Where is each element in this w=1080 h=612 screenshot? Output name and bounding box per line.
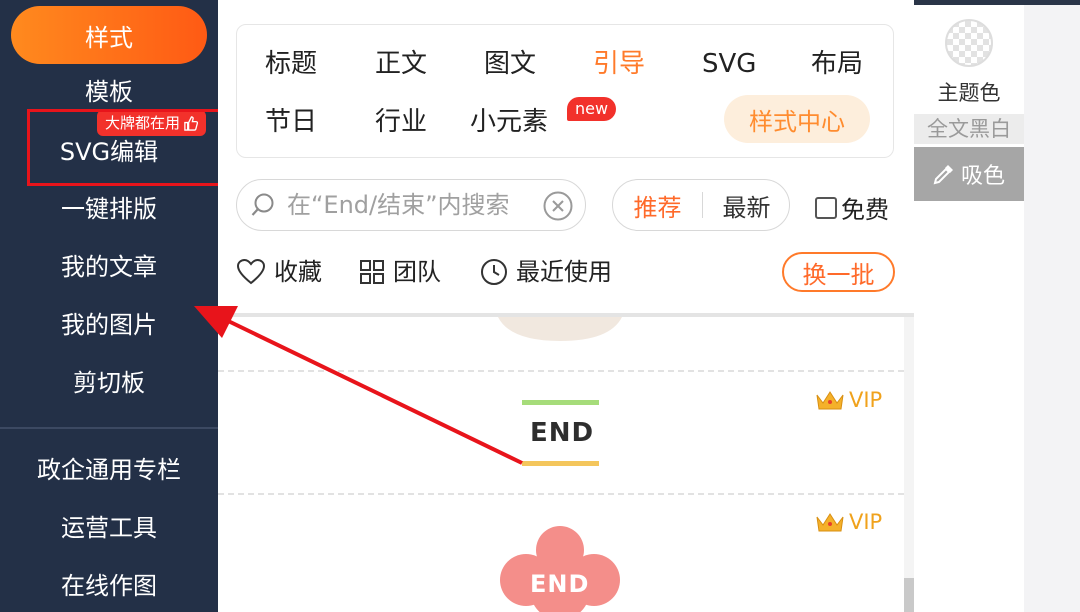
sidebar-item-my-articles[interactable]: 我的文章 — [0, 251, 218, 283]
scrollbar-thumb[interactable] — [904, 578, 914, 612]
theme-color-swatch[interactable] — [945, 19, 993, 67]
search-input[interactable] — [287, 189, 537, 221]
category-festival[interactable]: 节日 — [265, 104, 317, 140]
sidebar-item-one-click-layout[interactable]: 一键排版 — [0, 193, 218, 225]
theme-color-label: 主题色 — [937, 81, 1001, 105]
sidebar-divider — [0, 427, 218, 429]
free-filter[interactable]: 免费 — [815, 190, 889, 225]
scrollbar-track[interactable] — [904, 317, 914, 612]
category-svg[interactable]: SVG — [702, 46, 756, 82]
team-label: 团队 — [393, 258, 441, 286]
recent-button[interactable]: 最近使用 — [480, 254, 612, 290]
category-image-text[interactable]: 图文 — [484, 46, 536, 82]
heart-icon — [236, 258, 266, 285]
vip-badge: VIP — [815, 388, 882, 412]
flower-preview-top[interactable] — [490, 317, 630, 343]
vip-label: VIP — [849, 510, 883, 534]
end-template-text[interactable]: END — [530, 418, 594, 448]
vip-label: VIP — [849, 388, 883, 412]
end-bar-green — [522, 400, 599, 405]
recent-label: 最近使用 — [516, 258, 612, 286]
category-industry[interactable]: 行业 — [375, 104, 427, 140]
eyedropper-icon — [933, 165, 953, 185]
category-guide[interactable]: 引导 — [593, 46, 645, 82]
sort-latest-button[interactable]: 最新 — [702, 180, 791, 230]
template-divider — [218, 370, 904, 372]
sidebar-item-clipboard[interactable]: 剪切板 — [0, 367, 218, 399]
flower-badge-preview[interactable] — [498, 520, 622, 612]
sidebar-item-ops-tools[interactable]: 运营工具 — [0, 512, 218, 544]
category-title[interactable]: 标题 — [265, 46, 317, 82]
sidebar-item-templates[interactable]: 模板 — [0, 76, 218, 108]
refresh-button[interactable]: 换一批 — [782, 252, 895, 292]
sidebar-item-my-images[interactable]: 我的图片 — [0, 309, 218, 341]
end-flower-text: END — [530, 570, 590, 598]
editor-root: 样式 模板 SVG编辑 一键排版 我的文章 我的图片 剪切板 政企通用专栏 运营… — [0, 0, 1080, 612]
sort-toggle: 推荐 最新 — [612, 179, 790, 231]
category-small-elements[interactable]: 小元素 — [470, 104, 548, 140]
black-white-button[interactable]: 全文黑白 — [914, 114, 1024, 144]
free-checkbox[interactable] — [815, 196, 837, 219]
team-button[interactable]: 团队 — [359, 254, 441, 290]
clear-icon[interactable] — [543, 191, 573, 221]
color-picker-label: 吸色 — [960, 164, 1005, 189]
sidebar-item-gov-column[interactable]: 政企通用专栏 — [0, 454, 218, 486]
favorites-label: 收藏 — [274, 258, 322, 286]
clock-icon — [481, 259, 507, 285]
category-layout[interactable]: 布局 — [811, 46, 863, 82]
end-bar-yellow — [522, 461, 599, 466]
search-icon — [251, 193, 274, 216]
canvas-edge — [1024, 5, 1080, 612]
search-box — [236, 179, 586, 231]
style-center-button[interactable]: 样式中心 — [724, 95, 870, 143]
color-picker-button[interactable]: 吸色 — [914, 147, 1024, 201]
grid-icon — [360, 260, 384, 284]
crown-icon — [816, 391, 844, 410]
highlight-annotation — [27, 109, 243, 186]
sidebar-item-style[interactable]: 样式 — [11, 6, 207, 64]
sidebar: 样式 模板 SVG编辑 一键排版 我的文章 我的图片 剪切板 政企通用专栏 运营… — [0, 0, 218, 612]
favorites-button[interactable]: 收藏 — [236, 254, 322, 290]
sort-recommended-button[interactable]: 推荐 — [613, 180, 702, 230]
new-badge: new — [567, 97, 617, 121]
template-divider — [218, 493, 904, 495]
crown-icon — [816, 513, 844, 532]
category-body[interactable]: 正文 — [375, 46, 427, 82]
sidebar-item-online-design[interactable]: 在线作图 — [0, 570, 218, 602]
free-label: 免费 — [841, 196, 889, 224]
vip-badge: VIP — [815, 510, 882, 534]
